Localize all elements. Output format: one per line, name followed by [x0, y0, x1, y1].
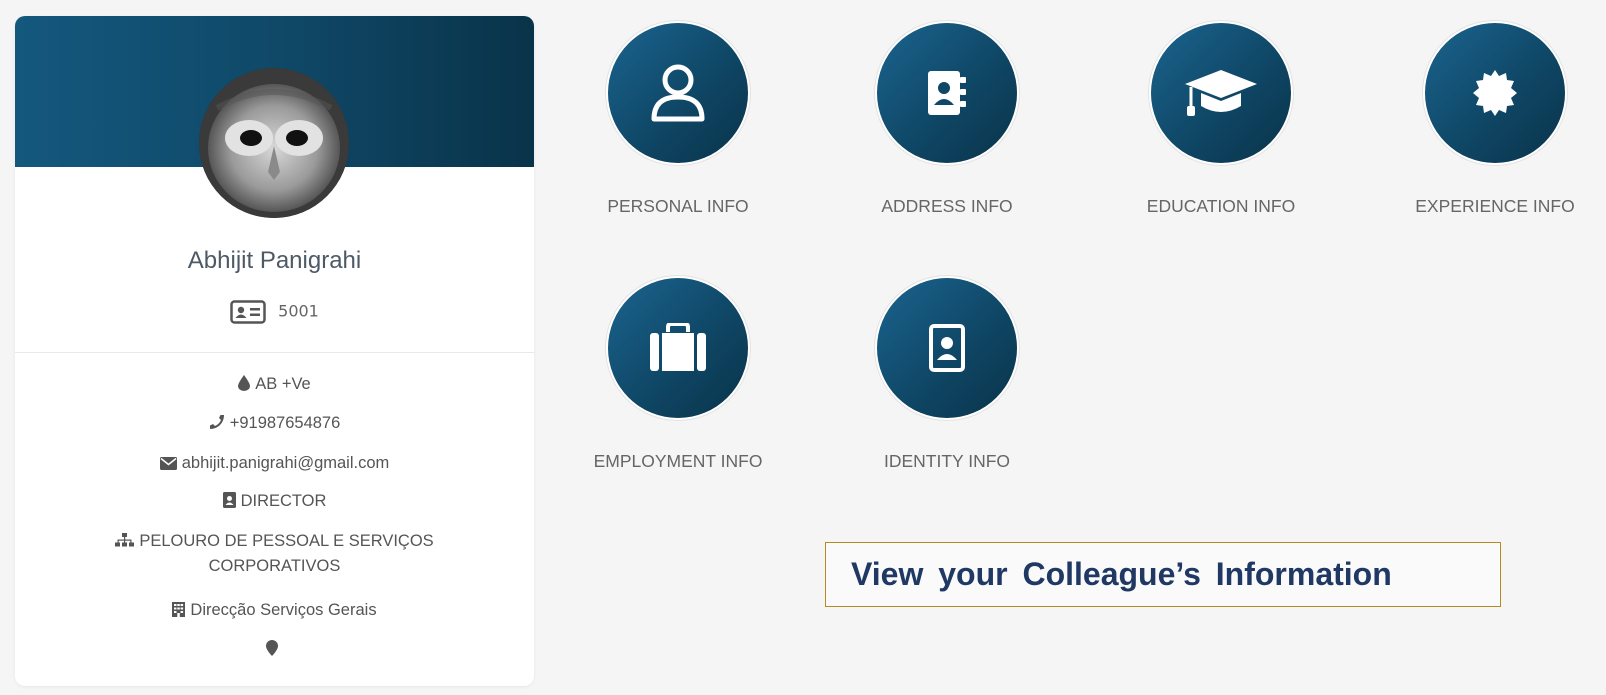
tile-label[interactable]: EXPERIENCE INFO [1365, 196, 1606, 217]
map-marker-icon [266, 640, 278, 656]
phone-icon [209, 415, 224, 429]
tile-education-info[interactable]: EDUCATION INFO [1147, 23, 1295, 216]
blood-group: AB +Ve [15, 373, 534, 395]
department: PELOURO DE PESSOAL E SERVIÇOS CORPORATIV… [15, 530, 534, 577]
tile-label[interactable]: IDENTITY INFO [817, 451, 1077, 472]
graduation-cap-icon [1185, 70, 1257, 116]
tile-identity-info[interactable]: IDENTITY INFO [877, 278, 1017, 471]
education-info-circle[interactable] [1151, 23, 1291, 163]
division: Direcção Serviços Gerais [15, 599, 534, 621]
owl-avatar-image [199, 68, 349, 218]
personal-info-circle[interactable] [608, 23, 748, 163]
identity-info-circle[interactable] [877, 278, 1017, 418]
tile-experience-info[interactable]: EXPERIENCE INFO [1415, 23, 1575, 216]
location [15, 638, 534, 660]
phone-number: +91987654876 [15, 412, 534, 434]
sitemap-icon [115, 533, 135, 547]
address-info-circle[interactable] [877, 23, 1017, 163]
employee-id-value: 5001 [278, 301, 319, 321]
avatar [199, 68, 349, 218]
employee-name: Abhijit Panigrahi [187, 247, 362, 274]
tile-address-info[interactable]: ADDRESS INFO [877, 23, 1017, 216]
divider [15, 352, 534, 353]
tile-label[interactable]: EDUCATION INFO [1091, 196, 1351, 217]
profile-card: Abhijit Panigrahi 5001 AB +Ve +919876548… [15, 16, 534, 686]
tile-employment-info[interactable]: EMPLOYMENT INFO [594, 278, 762, 471]
tile-label[interactable]: EMPLOYMENT INFO [548, 451, 808, 472]
designation: DIRECTOR [15, 490, 534, 512]
tint-icon [238, 375, 251, 391]
user-icon [651, 64, 705, 122]
callout-text: View your Colleague’s Information [851, 556, 1392, 592]
callout-box: View your Colleague’s Information [825, 542, 1501, 607]
employment-info-circle[interactable] [608, 278, 748, 418]
briefcase-icon [650, 323, 706, 371]
tile-label[interactable]: ADDRESS INFO [817, 196, 1077, 217]
envelope-icon [159, 457, 177, 470]
building-icon [172, 602, 186, 617]
id-badge-icon [929, 324, 965, 372]
id-badge-icon [222, 492, 236, 508]
experience-info-circle[interactable] [1425, 23, 1565, 163]
id-card-icon [230, 300, 266, 324]
certificate-icon [1473, 70, 1517, 116]
address-book-icon [928, 71, 966, 115]
employee-id: 5001 [15, 300, 534, 324]
tile-label[interactable]: PERSONAL INFO [548, 196, 808, 217]
email-address[interactable]: abhijit.panigrahi@gmail.com [15, 452, 534, 474]
tile-personal-info[interactable]: PERSONAL INFO [607, 23, 749, 216]
